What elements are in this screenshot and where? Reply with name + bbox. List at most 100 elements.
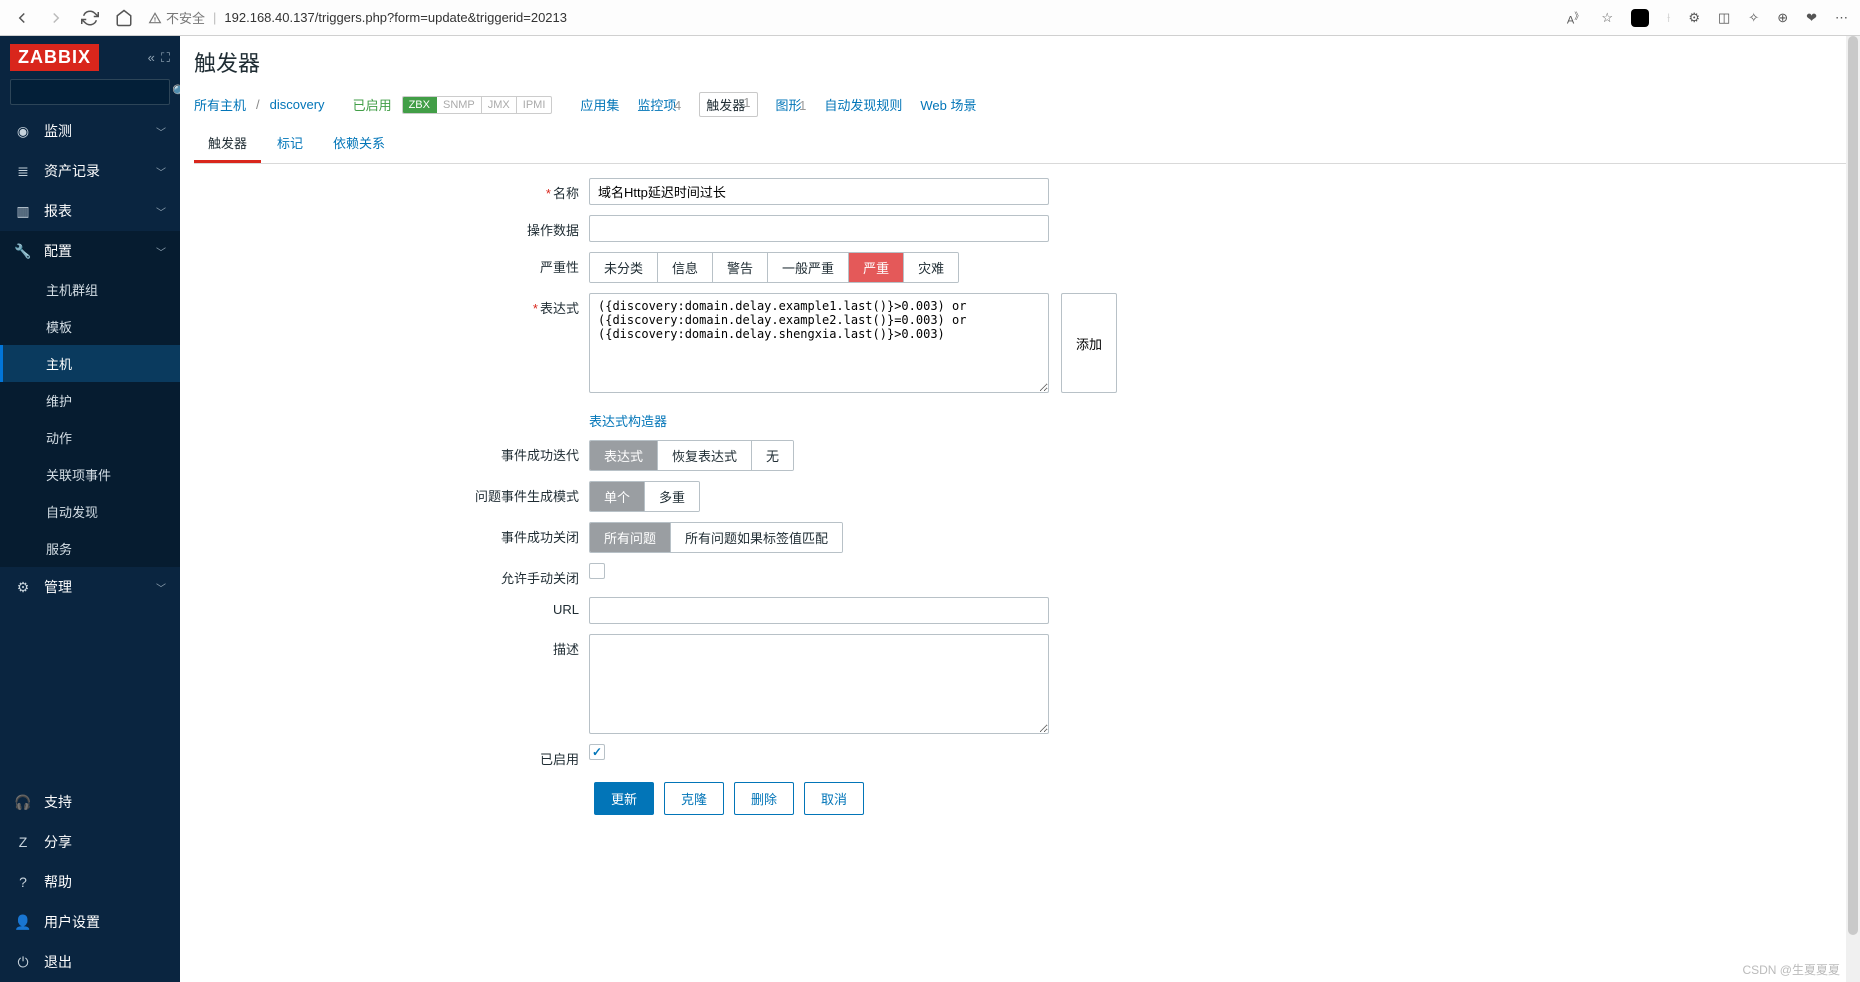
submenu-item[interactable]: 动作 <box>0 419 180 456</box>
segment-button[interactable]: 所有问题如果标签值匹配 <box>671 523 842 552</box>
segment-button[interactable]: 警告 <box>713 253 768 282</box>
insecure-warning: 不安全 <box>148 8 205 27</box>
manual-close-checkbox[interactable] <box>589 563 605 579</box>
menu-label: 报表 <box>44 201 144 221</box>
submenu-item[interactable]: 主机 <box>0 345 180 382</box>
expand-icon[interactable]: ⛶ <box>161 50 170 66</box>
sidebar-item[interactable]: ▥报表﹀ <box>0 191 180 231</box>
label-expression: 表达式 <box>540 301 579 316</box>
breadcrumb-link-active[interactable]: 触发器1 <box>699 92 757 117</box>
clone-button[interactable]: 克隆 <box>664 782 724 815</box>
segment-button[interactable]: 一般严重 <box>768 253 849 282</box>
sidebar-bottom-item[interactable]: 🎧支持 <box>0 782 180 822</box>
submenu-item[interactable]: 服务 <box>0 530 180 567</box>
refresh-icon[interactable] <box>80 8 100 28</box>
label-ok-event: 事件成功迭代 <box>501 448 579 463</box>
sidebar-bottom-item[interactable]: ⏻退出 <box>0 942 180 982</box>
search-input[interactable]: 🔍 <box>10 79 170 105</box>
menu-icon: ⏻ <box>14 954 32 971</box>
segment-button[interactable]: 严重 <box>849 253 904 282</box>
submenu-item[interactable]: 主机群组 <box>0 271 180 308</box>
update-button[interactable]: 更新 <box>594 782 654 815</box>
label-description: 描述 <box>553 642 579 657</box>
enabled-checkbox[interactable] <box>589 744 605 760</box>
submenu-item[interactable]: 维护 <box>0 382 180 419</box>
sidebar-item[interactable]: ⚙管理﹀ <box>0 567 180 607</box>
breadcrumb-host[interactable]: discovery <box>270 97 325 112</box>
url-text[interactable]: 192.168.40.137/triggers.php?form=update&… <box>224 10 567 25</box>
label-name: 名称 <box>553 186 579 201</box>
add-button[interactable]: 添加 <box>1061 293 1117 393</box>
menu-icon: 🔧 <box>14 243 32 260</box>
chevron-down-icon: ﹀ <box>156 580 166 595</box>
content: 触发器 所有主机 / discovery 已启用 ZBXSNMPJMXIPMI … <box>180 36 1860 982</box>
tab[interactable]: 标记 <box>263 125 317 163</box>
segment-button[interactable]: 灾难 <box>904 253 958 282</box>
sidebar-bottom-item[interactable]: 👤用户设置 <box>0 902 180 942</box>
breadcrumb-link[interactable]: 自动发现规则 <box>824 98 902 113</box>
chevron-down-icon: ﹀ <box>156 164 166 179</box>
app-icon[interactable] <box>1631 9 1649 27</box>
chevron-down-icon: ﹀ <box>156 244 166 259</box>
breadcrumb-link[interactable]: 应用集 <box>580 98 619 113</box>
page-title: 触发器 <box>194 46 1846 78</box>
tab[interactable]: 依赖关系 <box>319 125 399 163</box>
label-opdata: 操作数据 <box>527 223 579 238</box>
copilot-icon[interactable]: ⟊ <box>1667 10 1670 26</box>
extensions-icon[interactable]: ⚙ <box>1688 10 1700 26</box>
opdata-input[interactable] <box>589 215 1049 242</box>
name-input[interactable] <box>589 178 1049 205</box>
sidebar-bottom-item[interactable]: Z 分享 <box>0 822 180 862</box>
submenu-item[interactable]: 模板 <box>0 308 180 345</box>
menu-label: 资产记录 <box>44 161 144 181</box>
interface-badge: ZBX <box>403 97 437 113</box>
home-icon[interactable] <box>114 8 134 28</box>
sidebar-bottom-item[interactable]: ?帮助 <box>0 862 180 902</box>
segment-button[interactable]: 表达式 <box>590 441 658 470</box>
breadcrumb-all-hosts[interactable]: 所有主机 <box>194 95 246 114</box>
segment-button[interactable]: 多重 <box>645 482 699 511</box>
menu-label: 配置 <box>44 241 144 261</box>
label-url: URL <box>553 602 579 617</box>
more-icon[interactable]: ⋯ <box>1835 10 1848 26</box>
interface-badge: SNMP <box>437 97 482 113</box>
submenu-item[interactable]: 自动发现 <box>0 493 180 530</box>
submenu-item[interactable]: 关联项事件 <box>0 456 180 493</box>
segment-button[interactable]: 单个 <box>590 482 645 511</box>
segment-button[interactable]: 信息 <box>658 253 713 282</box>
segment-button[interactable]: 恢复表达式 <box>658 441 752 470</box>
logo[interactable]: ZABBIX <box>10 44 99 71</box>
menu-icon: ▥ <box>14 203 32 220</box>
watermark: CSDN @生夏夏夏 <box>1742 961 1840 978</box>
menu-label: 帮助 <box>44 872 166 892</box>
health-icon[interactable]: ❤ <box>1806 10 1817 26</box>
browser-toolbar: 不安全 | 192.168.40.137/triggers.php?form=u… <box>0 0 1860 36</box>
delete-button[interactable]: 删除 <box>734 782 794 815</box>
url-input[interactable] <box>589 597 1049 624</box>
text-size-icon[interactable]: A》 <box>1567 8 1584 27</box>
sidebar-item[interactable]: 🔧 配置 ﹀ <box>0 231 180 271</box>
menu-icon: ◉ <box>14 123 32 140</box>
expression-builder-link[interactable]: 表达式构造器 <box>589 411 667 430</box>
favorite-icon[interactable]: ☆ <box>1601 10 1613 26</box>
segment-button[interactable]: 无 <box>752 441 793 470</box>
collapse-icon[interactable]: « <box>148 50 155 66</box>
menu-icon: ≣ <box>14 163 32 180</box>
label-severity: 严重性 <box>540 260 579 275</box>
sidebar-item[interactable]: ◉监测﹀ <box>0 111 180 151</box>
vertical-scrollbar[interactable] <box>1846 36 1860 982</box>
sync-icon[interactable]: ⊕ <box>1777 10 1788 26</box>
back-icon[interactable] <box>12 8 32 28</box>
breadcrumb-link[interactable]: Web 场景 <box>920 98 976 113</box>
expression-textarea[interactable] <box>589 293 1049 393</box>
collections-icon[interactable]: ✧ <box>1748 10 1759 26</box>
description-textarea[interactable] <box>589 634 1049 734</box>
segment-button[interactable]: 所有问题 <box>590 523 671 552</box>
segment-button[interactable]: 未分类 <box>590 253 658 282</box>
split-icon[interactable]: ◫ <box>1718 10 1730 26</box>
tab[interactable]: 触发器 <box>194 125 261 163</box>
sidebar-item[interactable]: ≣ 资产记录 ﹀ <box>0 151 180 191</box>
menu-icon: Z <box>14 834 32 850</box>
menu-label: 分享 <box>44 832 166 852</box>
cancel-button[interactable]: 取消 <box>804 782 864 815</box>
